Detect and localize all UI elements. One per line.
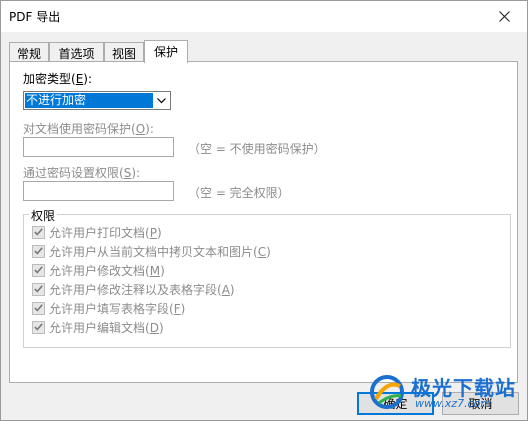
- checkbox-label: 允许用户修改注释以及表格字段(A): [49, 282, 235, 297]
- tab-label: 常规: [16, 47, 41, 61]
- check-icon: [34, 266, 43, 274]
- permission-edit-checkbox[interactable]: 允许用户编辑文档(D): [32, 319, 164, 335]
- aurora-logo-icon: [370, 375, 404, 409]
- accelerator-key: O: [135, 122, 146, 136]
- chevron-down-icon: [154, 94, 168, 107]
- permission-copy-checkbox[interactable]: 允许用户从当前文档中拷贝文本和图片(C): [32, 243, 271, 259]
- checkbox-label: 允许用户填写表格字段(F): [49, 301, 186, 316]
- protection-panel: 加密类型(E): 不进行加密 对文档使用密码保护(O): （空 = 不使用密码保…: [9, 61, 518, 383]
- accelerator-key: D: [149, 320, 159, 335]
- close-button[interactable]: [482, 1, 527, 31]
- label-text: 通过密码设置权限: [23, 166, 120, 180]
- accelerator-key: E: [75, 72, 84, 86]
- tab-options[interactable]: 首选项: [49, 42, 104, 62]
- checkbox: [32, 225, 45, 239]
- accelerator-key: S: [123, 166, 132, 180]
- accelerator-key: C: [257, 244, 267, 259]
- open-password-label: 对文档使用密码保护(O):: [23, 122, 154, 136]
- check-icon: [34, 285, 43, 293]
- close-icon: [499, 10, 510, 22]
- check-icon: [34, 228, 43, 236]
- checkbox: [32, 244, 45, 258]
- label-text: 加密类型: [23, 72, 72, 86]
- watermark-url: www.xz7.com: [415, 397, 492, 410]
- permission-annotate-checkbox[interactable]: 允许用户修改注释以及表格字段(A): [32, 281, 235, 297]
- checkbox: [32, 301, 45, 315]
- encryption-type-select[interactable]: 不进行加密: [23, 91, 171, 110]
- label-text: 允许用户编辑文档: [49, 320, 146, 335]
- tab-label: 视图: [111, 47, 136, 61]
- checkbox-label: 允许用户修改文档(M): [49, 263, 165, 278]
- check-icon: [34, 304, 43, 312]
- selected-value: 不进行加密: [25, 93, 153, 108]
- checkbox: [32, 282, 45, 296]
- accelerator-key: A: [221, 282, 230, 297]
- permission-fill-forms-checkbox[interactable]: 允许用户填写表格字段(F): [32, 300, 185, 316]
- label-text: 对文档使用密码保护: [23, 122, 132, 136]
- watermark: 极光下载站 www.xz7.com: [367, 370, 519, 414]
- tab-general[interactable]: 常规: [9, 42, 49, 62]
- open-password-hint: （空 = 不使用密码保护）: [188, 142, 326, 156]
- checkbox: [32, 263, 45, 277]
- pdf-export-dialog: PDF 导出 常规 首选项 视图 保护 加密类型(E): 不进行加密 对文档使用…: [0, 0, 528, 421]
- checkbox-label: 允许用户打印文档(P): [49, 225, 162, 240]
- tab-label: 选项: [70, 47, 95, 61]
- tab-view[interactable]: 视图: [104, 42, 144, 62]
- check-icon: [34, 247, 43, 255]
- encryption-type-label: 加密类型(E):: [23, 72, 93, 86]
- label-text: 允许用户修改文档: [49, 263, 146, 278]
- permission-password-hint: （空 = 完全权限）: [188, 186, 290, 200]
- label-text: 允许用户修改注释以及表格字段: [49, 282, 218, 297]
- checkbox-label: 允许用户从当前文档中拷贝文本和图片(C): [49, 244, 271, 259]
- label-text: 允许用户从当前文档中拷贝文本和图片: [49, 244, 254, 259]
- tab-label: 保护: [153, 45, 178, 59]
- tab-protection[interactable]: 保护: [144, 40, 188, 63]
- title-bar: PDF 导出: [1, 1, 527, 32]
- check-icon: [34, 323, 43, 331]
- permission-print-checkbox[interactable]: 允许用户打印文档(P): [32, 224, 162, 240]
- accelerator-key: P: [149, 225, 157, 240]
- permissions-group-title: 权限: [29, 207, 58, 224]
- label-text: 允许用户打印文档: [49, 225, 146, 240]
- tab-label: 首: [58, 47, 71, 61]
- open-password-input[interactable]: [23, 137, 174, 157]
- accelerator-key: M: [149, 263, 161, 278]
- permission-password-label: 通过密码设置权限(S):: [23, 166, 141, 180]
- label-text: 允许用户填写表格字段: [49, 301, 170, 316]
- window-title: PDF 导出: [9, 10, 61, 24]
- accelerator-key: F: [173, 301, 181, 316]
- checkbox-label: 允许用户编辑文档(D): [49, 320, 164, 335]
- permission-modify-checkbox[interactable]: 允许用户修改文档(M): [32, 262, 165, 278]
- permission-password-input[interactable]: [23, 181, 174, 201]
- checkbox: [32, 320, 45, 334]
